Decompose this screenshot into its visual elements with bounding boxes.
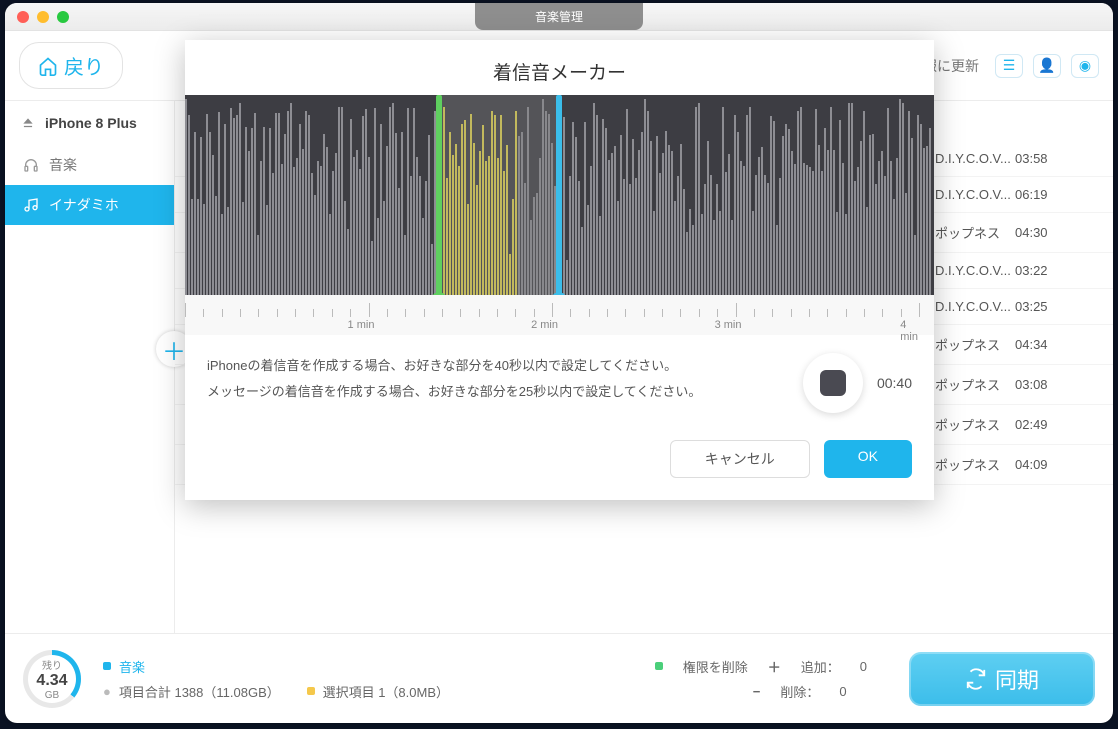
dot-icon bbox=[307, 687, 315, 695]
selection-end-handle[interactable] bbox=[556, 95, 562, 295]
person-icon[interactable]: 👤 bbox=[1033, 54, 1061, 78]
eject-icon bbox=[21, 116, 35, 130]
modal-text-2: メッセージの着信音を作成する場合、お好きな部分を25秒以内で設定してください。 bbox=[207, 379, 791, 405]
window-title: 音楽管理 bbox=[475, 3, 643, 30]
duration-cell: 03:22 bbox=[1015, 263, 1085, 278]
duration-cell: 06:19 bbox=[1015, 187, 1085, 202]
close-window-button[interactable] bbox=[17, 11, 29, 23]
disc-icon[interactable]: ◉ bbox=[1071, 54, 1099, 78]
ruler-label: 2 min bbox=[531, 319, 558, 331]
modal-title: 着信音メーカー bbox=[185, 40, 934, 95]
time-ruler: 1 min 2 min 3 min 4 min bbox=[185, 295, 934, 335]
zoom-window-button[interactable] bbox=[57, 11, 69, 23]
play-stop-button[interactable] bbox=[803, 353, 863, 413]
selection-duration: 00:40 bbox=[877, 375, 912, 391]
dot-icon bbox=[655, 662, 663, 670]
selection-start-handle[interactable] bbox=[436, 95, 442, 295]
back-label: 戻り bbox=[64, 51, 104, 80]
footer: 残り 4.34 GB 音楽 ●項目合計 1388（11.08GB） 選択項目 1… bbox=[5, 633, 1113, 723]
ruler-label: 4 min bbox=[900, 319, 922, 343]
duration-cell: 04:30 bbox=[1015, 225, 1085, 240]
ruler-label: 1 min bbox=[348, 319, 375, 331]
home-icon bbox=[38, 56, 58, 76]
duration-cell: 02:49 bbox=[1015, 417, 1085, 432]
sync-button[interactable]: 同期 bbox=[909, 652, 1095, 706]
modal-buttons: キャンセル OK bbox=[185, 440, 934, 500]
traffic-lights bbox=[5, 11, 69, 23]
duration-cell: 03:08 bbox=[1015, 377, 1085, 392]
sidebar: iPhone 8 Plus 音楽 イナダミホ ＋ bbox=[5, 101, 175, 633]
music-note-icon bbox=[23, 197, 39, 213]
app-window: 音楽管理 戻り G 最新の情報に更新 ☰ 👤 ◉ iPhone 8 Plus 音… bbox=[5, 3, 1113, 723]
sync-icon bbox=[965, 668, 987, 690]
add-label: 追加： bbox=[801, 657, 840, 676]
selection-region[interactable] bbox=[438, 95, 558, 295]
perm-delete: 権限を削除 bbox=[683, 657, 748, 676]
view-mode-icons: ☰ 👤 ◉ bbox=[995, 54, 1099, 78]
sidebar-item-music[interactable]: 音楽 bbox=[5, 145, 174, 185]
storage-gauge: 残り 4.34 GB bbox=[23, 650, 81, 708]
waveform[interactable] bbox=[185, 95, 934, 295]
gauge-label: 残り bbox=[42, 657, 62, 672]
titlebar: 音楽管理 bbox=[5, 3, 1113, 31]
gauge-value: 4.34 bbox=[36, 672, 67, 690]
sidebar-item-ringtones[interactable]: イナダミホ bbox=[5, 185, 174, 225]
sidebar-item-label: イナダミホ bbox=[49, 195, 119, 215]
modal-body: iPhoneの着信音を作成する場合、お好きな部分を40秒以内で設定してください。… bbox=[185, 335, 934, 440]
sync-label: 同期 bbox=[995, 663, 1039, 695]
ok-button[interactable]: OK bbox=[824, 440, 912, 478]
headphones-icon bbox=[23, 157, 39, 173]
list-view-icon[interactable]: ☰ bbox=[995, 54, 1023, 78]
stop-icon bbox=[820, 370, 846, 396]
stats-left: 音楽 ●項目合計 1388（11.08GB） 選択項目 1（8.0MB） bbox=[103, 657, 449, 701]
stat-music: 音楽 bbox=[119, 657, 145, 676]
duration-cell: 03:25 bbox=[1015, 299, 1085, 314]
cancel-button[interactable]: キャンセル bbox=[670, 440, 810, 478]
duration-cell: 04:09 bbox=[1015, 457, 1085, 472]
minimize-window-button[interactable] bbox=[37, 11, 49, 23]
gauge-unit: GB bbox=[45, 690, 59, 701]
sidebar-item-label: 音楽 bbox=[49, 155, 77, 175]
device-name: iPhone 8 Plus bbox=[45, 115, 137, 131]
stat-selected: 選択項目 1（8.0MB） bbox=[323, 682, 449, 701]
dot-icon bbox=[103, 662, 111, 670]
ringtone-maker-modal: 着信音メーカー 1 min 2 min 3 min 4 min iPhoneの着… bbox=[185, 40, 934, 500]
ruler-label: 3 min bbox=[715, 319, 742, 331]
duration-cell: 03:58 bbox=[1015, 151, 1085, 166]
device-row[interactable]: iPhone 8 Plus bbox=[5, 101, 174, 145]
duration-cell: 04:34 bbox=[1015, 337, 1085, 352]
add-count: 0 bbox=[860, 659, 867, 674]
modal-text-1: iPhoneの着信音を作成する場合、お好きな部分を40秒以内で設定してください。 bbox=[207, 353, 791, 379]
del-label: 削除： bbox=[780, 682, 819, 701]
del-count: 0 bbox=[839, 684, 846, 699]
stats-right: 権限を削除＋追加：0 −削除：0 bbox=[655, 657, 867, 701]
back-button[interactable]: 戻り bbox=[19, 42, 123, 89]
stat-total: 項目合計 1388（11.08GB） bbox=[119, 682, 280, 701]
